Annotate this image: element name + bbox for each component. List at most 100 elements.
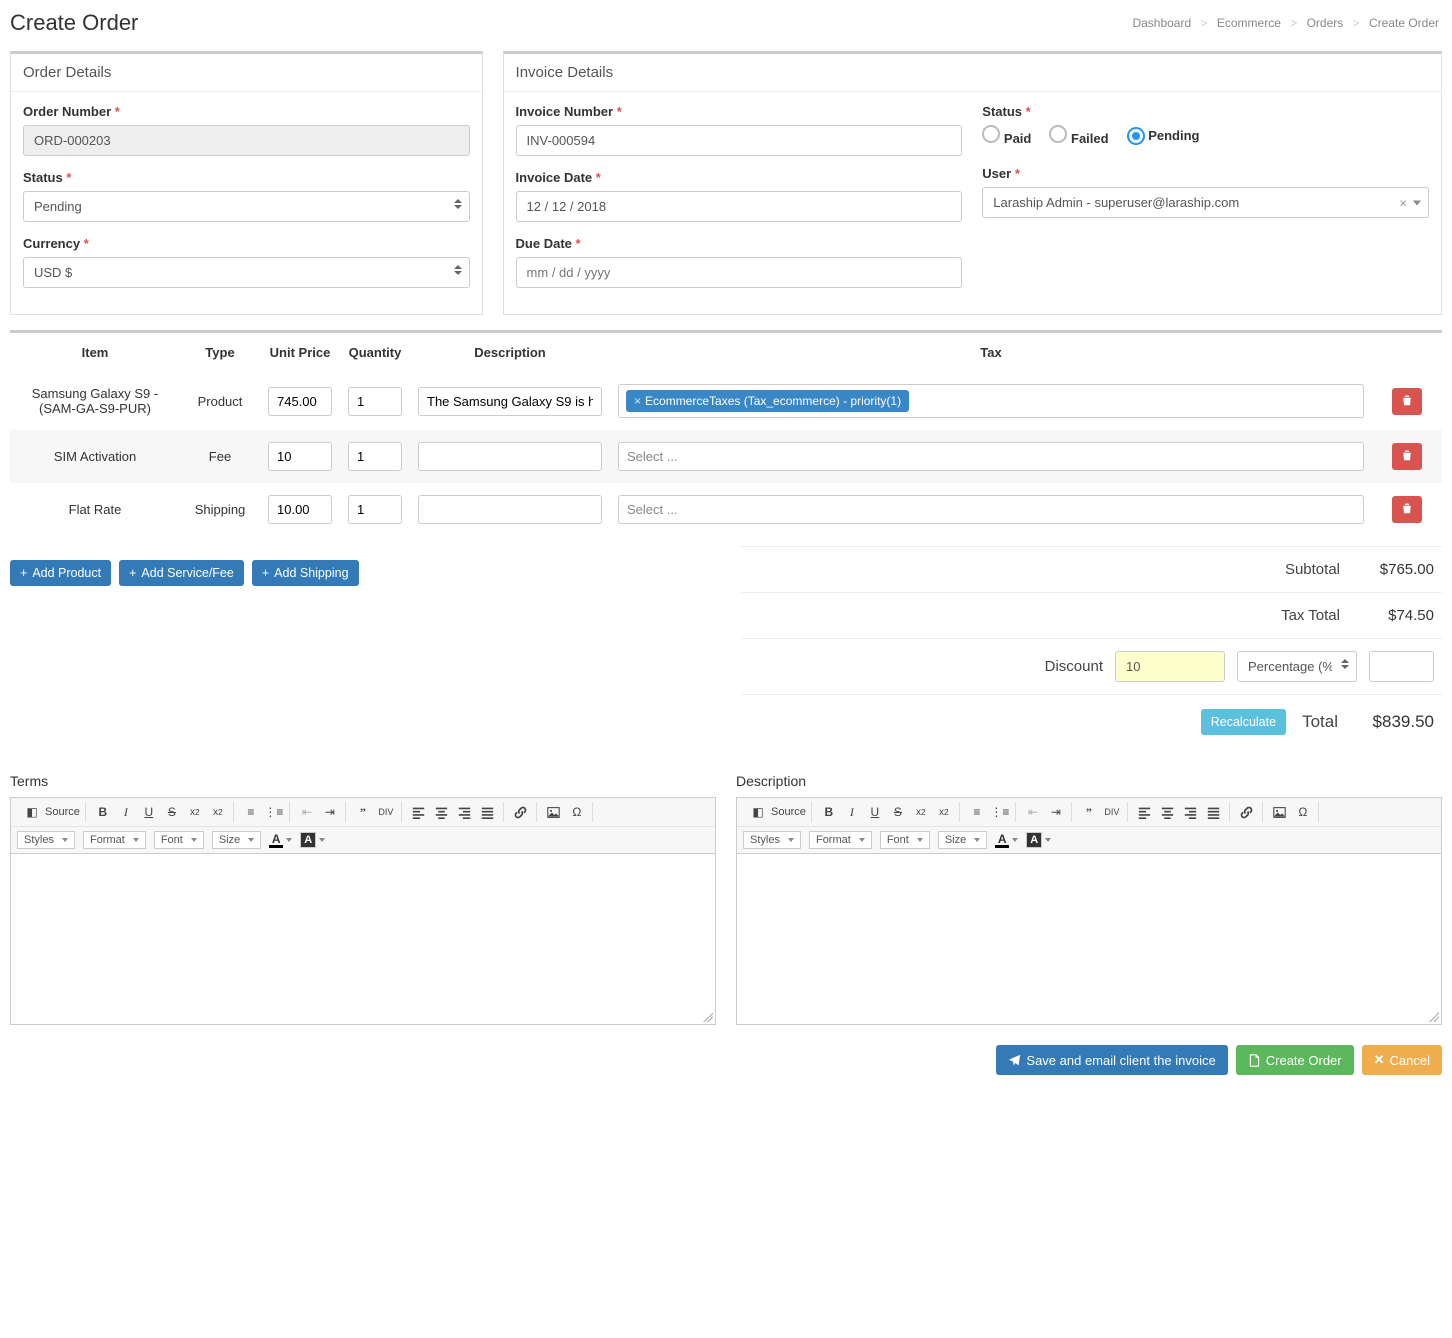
link-icon[interactable]	[1237, 802, 1257, 822]
invoice-date-input[interactable]	[516, 191, 963, 222]
align-justify-icon[interactable]	[1204, 802, 1224, 822]
invoice-number-input[interactable]	[516, 125, 963, 156]
tax-select[interactable]: Select ...	[618, 495, 1364, 524]
text-color-button[interactable]: A	[995, 833, 1018, 848]
add-service-fee-button[interactable]: +Add Service/Fee	[119, 560, 244, 586]
bold-icon[interactable]: B	[819, 802, 839, 822]
blockquote-icon[interactable]: ”	[353, 802, 373, 822]
discount-type-select[interactable]: Percentage (%)	[1237, 651, 1357, 682]
description-input[interactable]	[418, 442, 602, 471]
bullet-list-icon[interactable]: ⋮≡	[264, 802, 284, 822]
image-icon[interactable]	[1270, 802, 1290, 822]
description-input[interactable]	[418, 387, 602, 416]
bg-color-button[interactable]: A	[1026, 832, 1051, 848]
special-char-icon[interactable]: Ω	[1293, 802, 1313, 822]
caret-down-icon[interactable]	[1413, 200, 1421, 205]
blockquote-icon[interactable]: ”	[1079, 802, 1099, 822]
strikethrough-icon[interactable]: S	[162, 802, 182, 822]
subscript-icon[interactable]: x2	[911, 802, 931, 822]
order-status-select[interactable]: Pending	[23, 191, 470, 222]
radio-label: Failed	[1071, 131, 1109, 146]
font-dropdown[interactable]: Font	[880, 831, 930, 849]
terms-textarea[interactable]	[11, 854, 715, 1024]
delete-row-button[interactable]	[1392, 496, 1422, 523]
text-color-button[interactable]: A	[269, 833, 292, 848]
align-right-icon[interactable]	[1181, 802, 1201, 822]
status-radio-failed[interactable]: Failed	[1049, 125, 1108, 146]
indent-icon[interactable]: ⇥	[1046, 802, 1066, 822]
resize-handle-icon[interactable]	[703, 1012, 713, 1022]
due-date-input[interactable]	[516, 257, 963, 288]
delete-row-button[interactable]	[1392, 443, 1422, 470]
div-icon[interactable]: DIV	[1102, 802, 1122, 822]
currency-select[interactable]: USD $	[23, 257, 470, 288]
recalculate-button[interactable]: Recalculate	[1201, 709, 1286, 735]
bg-color-button[interactable]: A	[300, 832, 325, 848]
source-button[interactable]: Source	[771, 802, 806, 822]
quantity-input[interactable]	[348, 495, 402, 524]
size-dropdown[interactable]: Size	[212, 831, 261, 849]
save-email-button[interactable]: Save and email client the invoice	[996, 1045, 1227, 1075]
breadcrumb-item[interactable]: Ecommerce	[1217, 16, 1281, 30]
superscript-icon[interactable]: x2	[208, 802, 228, 822]
special-char-icon[interactable]: Ω	[567, 802, 587, 822]
numbered-list-icon[interactable]: ≡	[241, 802, 261, 822]
discount-manual-input[interactable]	[1369, 651, 1434, 682]
align-left-icon[interactable]	[1135, 802, 1155, 822]
tax-select[interactable]: Select ...	[618, 442, 1364, 471]
size-dropdown[interactable]: Size	[938, 831, 987, 849]
outdent-icon[interactable]: ⇤	[1023, 802, 1043, 822]
italic-icon[interactable]: I	[842, 802, 862, 822]
numbered-list-icon[interactable]: ≡	[967, 802, 987, 822]
unit-price-input[interactable]	[268, 442, 332, 471]
tax-tag[interactable]: ×EcommerceTaxes (Tax_ecommerce) - priori…	[626, 390, 909, 412]
description-textarea[interactable]	[737, 854, 1441, 1024]
subscript-icon[interactable]: x2	[185, 802, 205, 822]
align-right-icon[interactable]	[455, 802, 475, 822]
resize-handle-icon[interactable]	[1429, 1012, 1439, 1022]
format-dropdown[interactable]: Format	[809, 831, 872, 849]
align-justify-icon[interactable]	[478, 802, 498, 822]
clear-icon[interactable]: ×	[1399, 195, 1407, 210]
delete-row-button[interactable]	[1392, 388, 1422, 415]
indent-icon[interactable]: ⇥	[320, 802, 340, 822]
styles-dropdown[interactable]: Styles	[17, 831, 75, 849]
underline-icon[interactable]: U	[865, 802, 885, 822]
status-radio-pending[interactable]: Pending	[1127, 127, 1200, 145]
description-input[interactable]	[418, 495, 602, 524]
tax-select[interactable]: ×EcommerceTaxes (Tax_ecommerce) - priori…	[618, 384, 1364, 418]
add-shipping-button[interactable]: +Add Shipping	[252, 560, 359, 586]
breadcrumb-item[interactable]: Orders	[1307, 16, 1344, 30]
align-center-icon[interactable]	[1158, 802, 1178, 822]
create-order-button[interactable]: Create Order	[1236, 1045, 1354, 1075]
styles-dropdown[interactable]: Styles	[743, 831, 801, 849]
align-center-icon[interactable]	[432, 802, 452, 822]
discount-input[interactable]	[1115, 651, 1225, 682]
bullet-list-icon[interactable]: ⋮≡	[990, 802, 1010, 822]
status-radio-paid[interactable]: Paid	[982, 125, 1031, 146]
align-left-icon[interactable]	[409, 802, 429, 822]
italic-icon[interactable]: I	[116, 802, 136, 822]
link-icon[interactable]	[511, 802, 531, 822]
div-icon[interactable]: DIV	[376, 802, 396, 822]
outdent-icon[interactable]: ⇤	[297, 802, 317, 822]
tag-remove-icon[interactable]: ×	[634, 394, 641, 408]
quantity-input[interactable]	[348, 442, 402, 471]
underline-icon[interactable]: U	[139, 802, 159, 822]
cancel-button[interactable]: ✕ Cancel	[1362, 1045, 1442, 1075]
unit-price-input[interactable]	[268, 495, 332, 524]
superscript-icon[interactable]: x2	[934, 802, 954, 822]
source-icon[interactable]: ◧	[22, 802, 42, 822]
font-dropdown[interactable]: Font	[154, 831, 204, 849]
format-dropdown[interactable]: Format	[83, 831, 146, 849]
quantity-input[interactable]	[348, 387, 402, 416]
image-icon[interactable]	[544, 802, 564, 822]
user-select-input[interactable]	[982, 187, 1429, 218]
add-product-button[interactable]: +Add Product	[10, 560, 111, 586]
source-icon[interactable]: ◧	[748, 802, 768, 822]
source-button[interactable]: Source	[45, 802, 80, 822]
unit-price-input[interactable]	[268, 387, 332, 416]
bold-icon[interactable]: B	[93, 802, 113, 822]
breadcrumb-item[interactable]: Dashboard	[1132, 16, 1191, 30]
strikethrough-icon[interactable]: S	[888, 802, 908, 822]
